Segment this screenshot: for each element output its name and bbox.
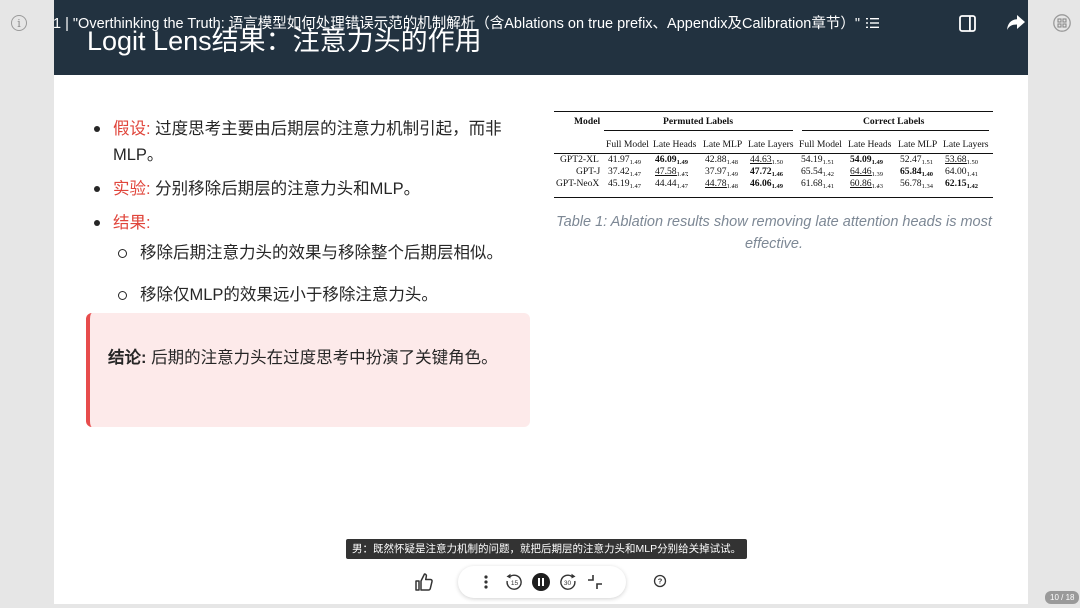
table-cell: 44.441.47 bbox=[655, 178, 688, 190]
bullet-text: 分别移除后期层的注意力头和MLP。 bbox=[150, 180, 421, 198]
like-icon[interactable] bbox=[412, 570, 436, 594]
exit-fullscreen-icon[interactable] bbox=[587, 574, 603, 590]
table-cell: 62.151.42 bbox=[945, 178, 978, 190]
page-indicator: 10 / 18 bbox=[1045, 591, 1080, 604]
table-rule bbox=[554, 111, 993, 113]
info-icon[interactable]: i bbox=[11, 15, 27, 31]
table-cell: 46.091.49 bbox=[655, 154, 688, 166]
table-cell: 41.971.49 bbox=[608, 154, 641, 166]
bullet-experiment: 实验: 分别移除后期层的注意力头和MLP。 bbox=[92, 176, 532, 202]
table-cell: 37.421.47 bbox=[608, 166, 641, 178]
table-cell: 65.841.40 bbox=[900, 166, 933, 178]
table-cell: 65.541.42 bbox=[801, 166, 834, 178]
sub-bullet: 移除仅MLP的效果远小于移除注意力头。 bbox=[113, 282, 532, 308]
bullet-text: 过度思考主要由后期层的注意力机制引起，而非MLP。 bbox=[113, 120, 502, 164]
table-cell: 56.781.34 bbox=[900, 178, 933, 190]
table-cell: 44.781.48 bbox=[705, 178, 738, 190]
table-cell: 45.191.47 bbox=[608, 178, 641, 190]
column-header: Late Heads bbox=[653, 139, 697, 150]
table-cell: 37.971.49 bbox=[705, 166, 738, 178]
table-cell: 47.581.47 bbox=[655, 166, 688, 178]
subtitle-caption: 男：既然怀疑是注意力机制的问题，就把后期层的注意力头和MLP分别给关掉试试。 bbox=[346, 539, 748, 559]
group-header-permuted: Permuted Labels bbox=[663, 116, 734, 127]
table-cell: 53.681.50 bbox=[945, 154, 978, 166]
forward-icon: 30 bbox=[560, 573, 576, 590]
table-cell: 64.461.39 bbox=[850, 166, 883, 178]
table-cell: 44.631.50 bbox=[750, 154, 783, 166]
bullet-label: 实验: bbox=[113, 180, 151, 198]
forward-seconds: 30 bbox=[564, 580, 572, 587]
callout-text: 结论: 后期的注意力头在过度思考中扮演了关键角色。 bbox=[108, 345, 498, 371]
group-header-correct: Correct Labels bbox=[863, 116, 925, 127]
sub-bullet-list: 移除后期注意力头的效果与移除整个后期层相似。 移除仅MLP的效果远小于移除注意力… bbox=[113, 240, 532, 308]
table-caption: Table 1: Ablation results show removing … bbox=[556, 214, 992, 252]
bullet-hypothesis: 假设: 过度思考主要由后期层的注意力机制引起，而非MLP。 bbox=[92, 116, 532, 168]
bullet-list: 假设: 过度思考主要由后期层的注意力机制引起，而非MLP。 实验: 分别移除后期… bbox=[92, 116, 532, 324]
table-row-model: GPT-J bbox=[576, 166, 601, 177]
bullet-label: 结果: bbox=[113, 214, 151, 232]
conclusion-callout: 结论: 后期的注意力头在过度思考中扮演了关键角色。 bbox=[86, 313, 530, 427]
table-cell: 60.861.43 bbox=[850, 178, 883, 190]
table-cell: 52.471.51 bbox=[900, 154, 933, 166]
table-cell: 61.681.41 bbox=[801, 178, 834, 190]
column-header: Late MLP bbox=[703, 139, 743, 150]
column-header: Late Layers bbox=[748, 139, 794, 150]
sidebar-panel-icon[interactable] bbox=[959, 15, 976, 32]
table-cell: 47.721.46 bbox=[750, 166, 783, 178]
rewind-icon: 15 bbox=[506, 573, 522, 590]
callout-label: 结论: bbox=[108, 349, 147, 367]
table-cell: 64.001.41 bbox=[945, 166, 978, 178]
more-options-icon[interactable] bbox=[482, 574, 490, 590]
table-row-model: GPT-NeoX bbox=[556, 178, 600, 189]
svg-text:?: ? bbox=[658, 577, 663, 586]
list-icon[interactable] bbox=[866, 16, 880, 30]
forward-button[interactable]: 30 bbox=[559, 573, 577, 591]
pause-button[interactable] bbox=[532, 573, 550, 591]
sub-bullet: 移除后期注意力头的效果与移除整个后期层相似。 bbox=[113, 240, 532, 266]
callout-body: 后期的注意力头在过度思考中扮演了关键角色。 bbox=[146, 349, 498, 367]
rewind-button[interactable]: 15 bbox=[505, 573, 523, 591]
bullet-results: 结果: 移除后期注意力头的效果与移除整个后期层相似。 移除仅MLP的效果远小于移… bbox=[92, 210, 532, 308]
playback-controls: 15 30 bbox=[458, 566, 626, 598]
column-header: Late Layers bbox=[943, 139, 989, 150]
pause-icon bbox=[538, 578, 544, 586]
bullet-label: 假设: bbox=[113, 120, 151, 138]
group-rule bbox=[604, 130, 793, 131]
table-rule bbox=[554, 197, 993, 199]
video-title: 1 | "Overthinking the Truth: 语言模型如何处理错误示… bbox=[53, 16, 860, 32]
table-cell: 54.191.51 bbox=[801, 154, 834, 166]
rewind-seconds: 15 bbox=[511, 580, 519, 587]
column-header: Late MLP bbox=[898, 139, 938, 150]
group-rule bbox=[802, 130, 989, 131]
table-cell: 42.881.48 bbox=[705, 154, 738, 166]
column-header: Full Model bbox=[606, 139, 649, 150]
table-cell: 46.061.49 bbox=[750, 178, 783, 190]
slide-header: Logit Lens结果：注意力头的作用 bbox=[54, 0, 1028, 75]
help-icon[interactable]: ? bbox=[649, 570, 671, 592]
model-header: Model bbox=[574, 116, 601, 127]
expand-icon[interactable] bbox=[1053, 14, 1071, 32]
table-cell: 54.091.49 bbox=[850, 154, 883, 166]
column-header: Full Model bbox=[799, 139, 842, 150]
table-row-model: GPT2-XL bbox=[560, 154, 599, 165]
column-header: Late Heads bbox=[848, 139, 892, 150]
share-icon[interactable] bbox=[1006, 14, 1026, 32]
